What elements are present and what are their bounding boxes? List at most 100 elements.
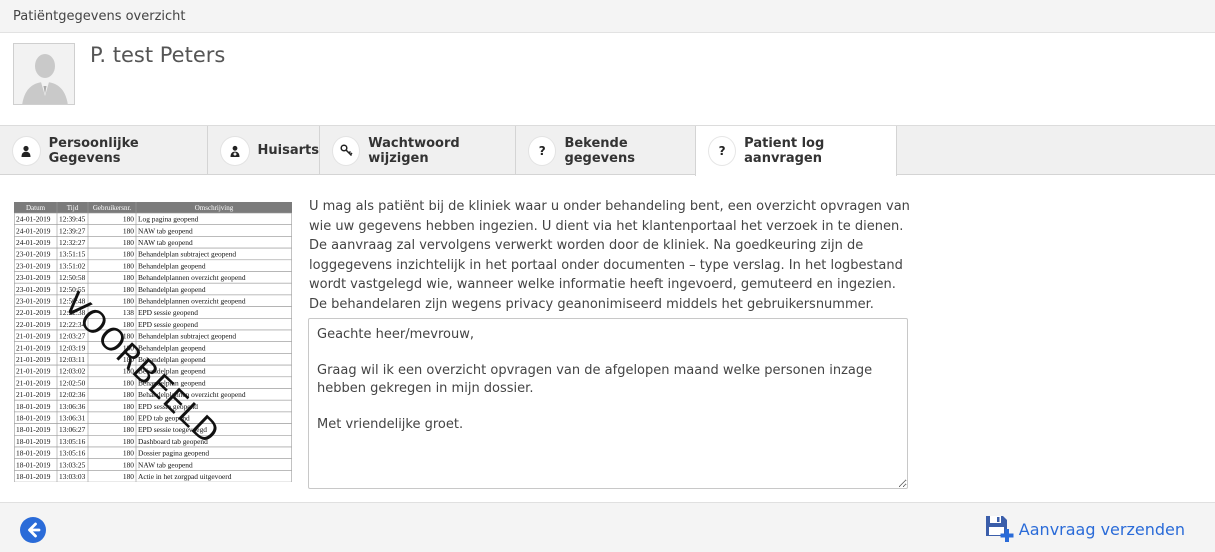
example-table-cell: 12:50:58: [59, 273, 86, 282]
back-button[interactable]: [20, 517, 46, 543]
tab-huisarts[interactable]: Huisarts: [208, 126, 320, 175]
example-table-cell: 18-01-2019: [16, 449, 51, 458]
tab-label: Wachtwoord wijzigen: [368, 135, 460, 166]
example-header-cell: Gebruikersnr.: [93, 204, 132, 212]
send-request-button[interactable]: Aanvraag verzenden: [985, 515, 1185, 543]
example-table-cell: 180: [123, 449, 134, 458]
example-table-cell: 23-01-2019: [16, 250, 51, 259]
example-table-cell: 12:39:27: [59, 226, 86, 235]
example-table-cell: 180: [123, 472, 134, 481]
example-table-cell: 23-01-2019: [16, 297, 51, 306]
example-table-cell: 13:03:03: [59, 472, 86, 481]
tab-wachtwoord-wijzigen[interactable]: Wachtwoord wijzigen: [320, 126, 516, 175]
patient-name: P. test Peters: [90, 43, 226, 67]
example-table-cell: 180: [123, 238, 134, 247]
example-table-cell: 13:05:16: [59, 449, 86, 458]
example-table-cell: 180: [123, 273, 134, 282]
example-table-cell: Behandelplannen overzicht geopend: [138, 273, 246, 282]
example-table-cell: 12:02:50: [59, 378, 86, 387]
example-table-cell: 18-01-2019: [16, 414, 51, 423]
window-title: Patiëntgegevens overzicht: [13, 9, 186, 24]
example-table-cell: 21-01-2019: [16, 367, 51, 376]
example-table-cell: 13:51:02: [59, 261, 86, 270]
example-table-cell: 21-01-2019: [16, 378, 51, 387]
example-table-cell: 138: [123, 308, 134, 317]
person-icon: [12, 135, 41, 166]
example-table-cell: 23-01-2019: [16, 261, 51, 270]
example-table-cell: Behandelplan subtraject geopend: [138, 332, 236, 341]
example-table-cell: 23-01-2019: [16, 273, 51, 282]
tab-label: Bekende gegevens: [564, 135, 635, 166]
example-table-cell: 22-01-2019: [16, 308, 51, 317]
example-table-cell: 22-01-2019: [16, 320, 51, 329]
example-table-cell: 13:06:27: [59, 425, 86, 434]
example-table-cell: 13:51:15: [59, 250, 86, 259]
example-table-cell: 180: [123, 261, 134, 270]
patient-header: P. test Peters: [0, 33, 1215, 126]
example-header-cell: Omschrijving: [195, 204, 234, 212]
send-request-label: Aanvraag verzenden: [1018, 519, 1185, 539]
tab-patient-log-aanvragen[interactable]: ? Patient log aanvragen: [695, 126, 897, 176]
window-titlebar: Patiëntgegevens overzicht: [0, 0, 1215, 33]
example-table-cell: 18-01-2019: [16, 402, 51, 411]
request-message-textarea[interactable]: Geachte heer/mevrouw, Graag wil ik een o…: [308, 318, 908, 489]
example-table-cell: 21-01-2019: [16, 390, 51, 399]
save-plus-icon: [985, 516, 1014, 542]
example-table-cell: NAW tab geopend: [138, 460, 193, 469]
example-table-cell: 24-01-2019: [16, 215, 51, 224]
tab-label: Persoonlijke Gegevens: [48, 135, 139, 166]
intro-text: U mag als patiënt bij de kliniek waar u …: [309, 199, 910, 312]
example-table-cell: 21-01-2019: [16, 332, 51, 341]
example-table-cell: NAW tab geopend: [138, 238, 193, 247]
example-table-cell: 24-01-2019: [16, 238, 51, 247]
example-table-cell: 18-01-2019: [16, 460, 51, 469]
example-table-cell: Behandelplan subtraject geopend: [138, 250, 236, 259]
example-table-cell: Log pagina geopend: [138, 215, 199, 224]
example-table-cell: 180: [123, 414, 134, 423]
example-table-cell: 180: [123, 215, 134, 224]
example-table-cell: Behandelplan geopend: [138, 285, 206, 294]
example-table-cell: 180: [123, 425, 134, 434]
example-header-cell: Tijd: [67, 204, 79, 212]
tab-label: Huisarts: [257, 143, 319, 158]
example-table-cell: 24-01-2019: [16, 226, 51, 235]
example-table-cell: 21-01-2019: [16, 343, 51, 352]
user-silhouette-icon: [14, 44, 74, 104]
example-table-cell: EPD sessie geopend: [138, 320, 198, 329]
example-table-cell: EPD sessie geopend: [138, 308, 198, 317]
example-table-cell: 13:06:31: [59, 414, 86, 423]
example-table-cell: 12:32:27: [59, 238, 86, 247]
example-log-table: Datum Tijd Gebruikersnr. Omschrijving 24-01-…: [14, 202, 292, 482]
doctor-icon: [220, 135, 250, 166]
example-table-cell: 12:03:11: [59, 355, 85, 364]
example-table-cell: 180: [123, 285, 134, 294]
back-arrow-icon: [20, 517, 46, 543]
example-table-cell: 13:06:36: [59, 402, 86, 411]
example-log-image: Datum Tijd Gebruikersnr. Omschrijving 24-01-…: [14, 202, 292, 482]
example-table-cell: 180: [123, 390, 134, 399]
tab-bar: Persoonlijke Gegevens Huisarts Wachtwoor…: [0, 125, 1215, 176]
avatar: [13, 43, 75, 105]
example-table-cell: 180: [123, 460, 134, 469]
tab-bekende-gegevens[interactable]: ? Bekende gegevens: [516, 126, 696, 175]
example-table-cell: 12:03:19: [59, 343, 86, 352]
example-table-cell: 180: [123, 402, 134, 411]
tab-persoonlijke-gegevens[interactable]: Persoonlijke Gegevens: [0, 126, 208, 175]
example-table-cell: NAW tab geopend: [138, 226, 193, 235]
example-table-cell: 180: [123, 297, 134, 306]
example-table-cell: 12:02:36: [59, 390, 86, 399]
example-table-cell: Actie in het zorgpad uitgevoerd: [138, 472, 232, 481]
tab-label: Patient log aanvragen: [744, 136, 825, 166]
footer-bar: Aanvraag verzenden: [0, 502, 1215, 552]
example-table-cell: 13:03:25: [59, 460, 86, 469]
example-table-cell: 180: [123, 226, 134, 235]
question-icon: ?: [708, 136, 737, 166]
example-table-cell: Behandelplannen overzicht geopend: [138, 297, 246, 306]
example-table-cell: 180: [123, 437, 134, 446]
example-table-cell: Dossier pagina geopend: [138, 449, 209, 458]
example-table-cell: 12:39:45: [59, 215, 86, 224]
key-icon: [332, 135, 361, 166]
example-table-cell: 18-01-2019: [16, 472, 51, 481]
example-table-cell: 18-01-2019: [16, 425, 51, 434]
example-table-cell: 23-01-2019: [16, 285, 51, 294]
